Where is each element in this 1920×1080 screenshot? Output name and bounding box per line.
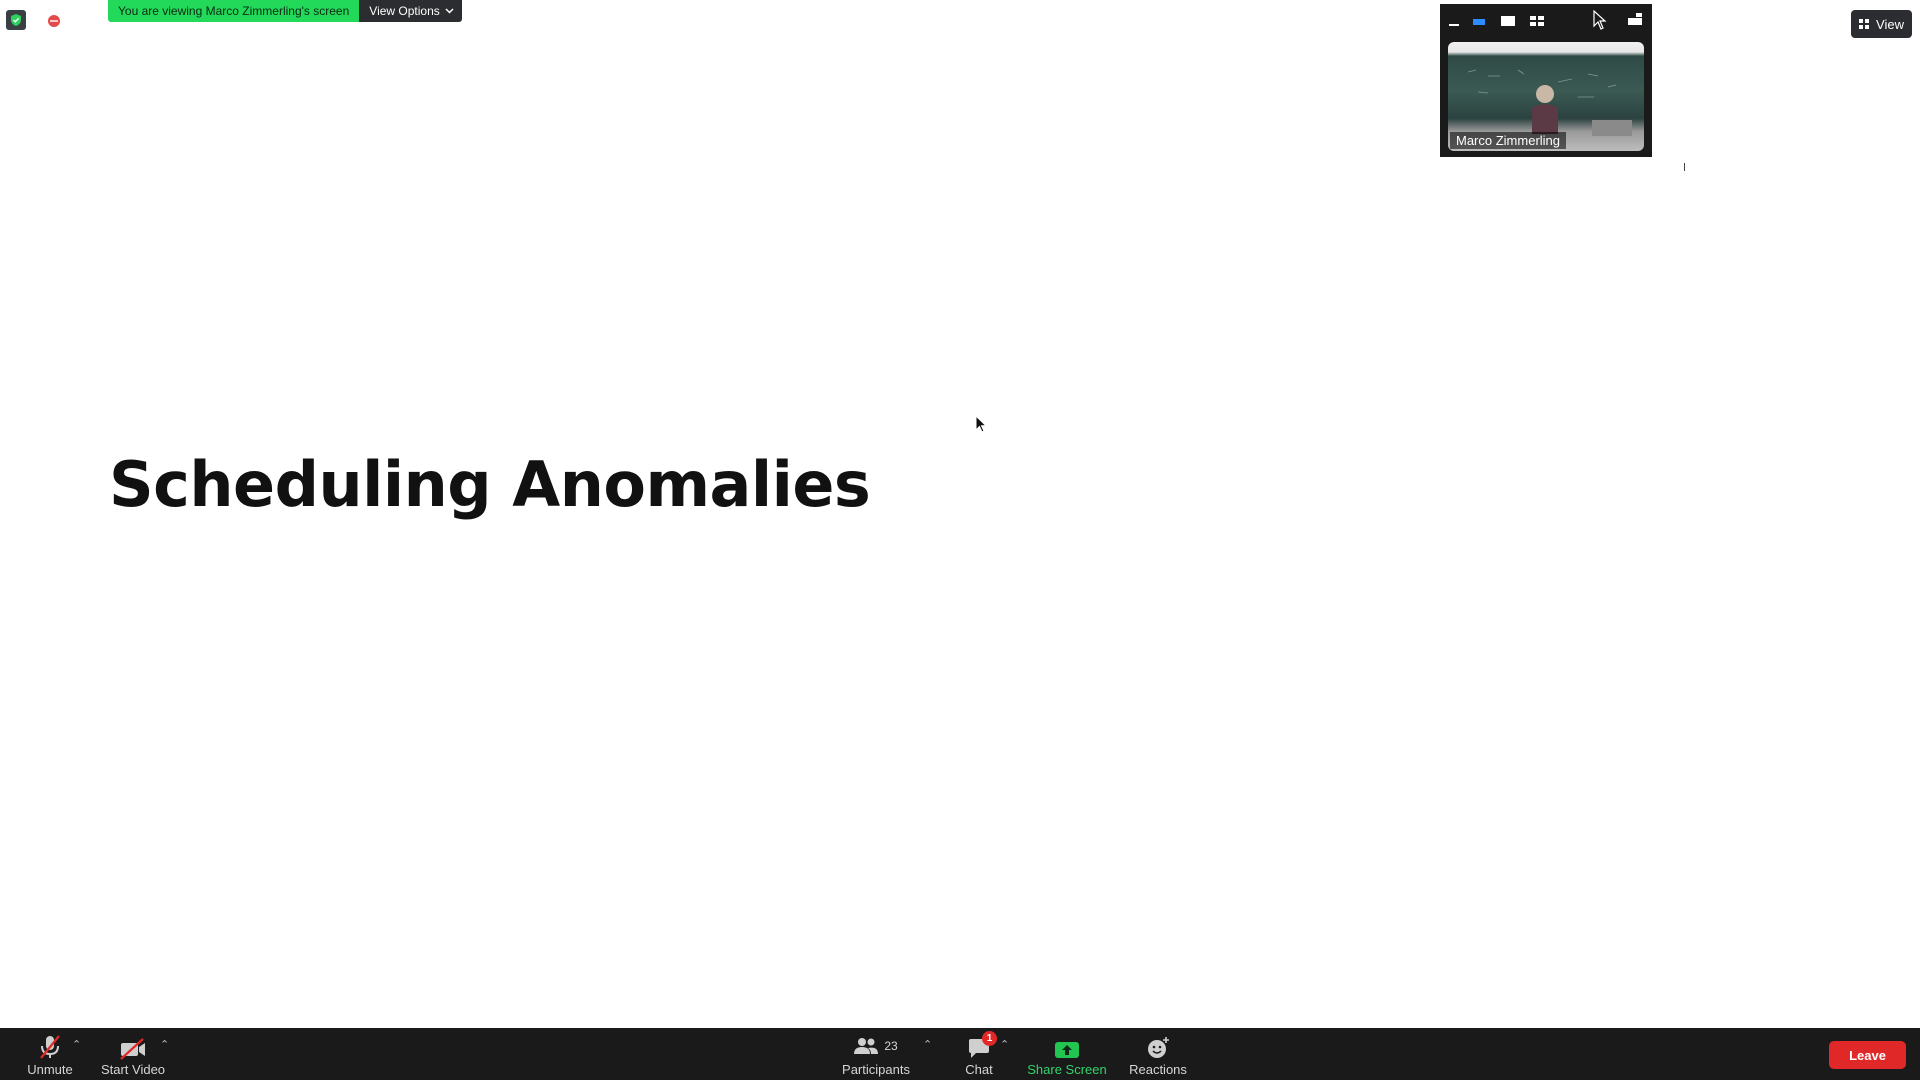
gallery-view-icon[interactable] — [1529, 14, 1545, 28]
view-options-label: View Options — [369, 4, 440, 18]
participants-count: 23 — [884, 1039, 898, 1053]
meeting-controls-toolbar: Unmute ⌃ Start Video ⌃ 23 Participants ⌃… — [0, 1028, 1920, 1080]
mouse-cursor-icon — [975, 415, 988, 433]
text-caret-mark — [1684, 163, 1685, 171]
thumbnail-toolbar — [1440, 4, 1652, 40]
minimize-icon[interactable] — [1447, 14, 1461, 28]
participants-icon — [854, 1038, 879, 1054]
reactions-button[interactable]: Reactions — [1126, 1028, 1190, 1080]
recording-indicator-icon[interactable] — [46, 13, 62, 29]
start-video-label: Start Video — [100, 1062, 166, 1077]
participants-button[interactable]: 23 Participants — [836, 1028, 916, 1080]
video-options-caret-icon[interactable]: ⌃ — [160, 1038, 169, 1051]
slide-title: Scheduling Anomalies — [109, 448, 871, 521]
participant-video-thumbnail: Marco Zimmerling — [1448, 42, 1644, 151]
video-camera-off-icon — [120, 1038, 145, 1060]
chat-unread-badge: 1 — [982, 1031, 997, 1046]
active-speaker-view-icon[interactable] — [1472, 14, 1486, 28]
smiley-reaction-icon — [1148, 1037, 1169, 1058]
view-label: View — [1876, 16, 1904, 32]
participants-options-caret-icon[interactable]: ⌃ — [923, 1038, 932, 1051]
screen-share-banner: You are viewing Marco Zimmerling's scree… — [108, 0, 462, 22]
share-screen-label: Share Screen — [1027, 1062, 1107, 1077]
mouse-pointer-icon — [1593, 10, 1607, 30]
chevron-down-icon — [445, 8, 454, 14]
grid-view-icon — [1859, 18, 1870, 29]
view-layout-button[interactable]: View — [1851, 10, 1912, 38]
chat-label: Chat — [965, 1062, 993, 1077]
viewing-status-text: You are viewing Marco Zimmerling's scree… — [108, 0, 360, 22]
participants-label: Participants — [842, 1062, 910, 1077]
unmute-label: Unmute — [27, 1062, 73, 1077]
chat-options-caret-icon[interactable]: ⌃ — [1000, 1038, 1009, 1051]
security-shield-icon[interactable] — [6, 10, 26, 30]
start-video-button[interactable]: Start Video — [96, 1028, 170, 1080]
unmute-button[interactable]: Unmute — [20, 1028, 80, 1080]
floating-video-panel[interactable]: Marco Zimmerling — [1440, 4, 1652, 157]
single-video-view-icon[interactable] — [1500, 14, 1516, 28]
microphone-muted-icon — [40, 1035, 60, 1059]
participant-name-label: Marco Zimmerling — [1450, 132, 1567, 149]
share-screen-button[interactable]: Share Screen — [1026, 1028, 1108, 1080]
audio-options-caret-icon[interactable]: ⌃ — [72, 1038, 81, 1051]
leave-meeting-button[interactable]: Leave — [1829, 1041, 1906, 1069]
exit-minimized-icon[interactable] — [1627, 12, 1643, 26]
view-options-button[interactable]: View Options — [359, 0, 462, 22]
zoom-meeting-window: You are viewing Marco Zimmerling's scree… — [0, 0, 1920, 1080]
reactions-label: Reactions — [1129, 1062, 1187, 1077]
share-screen-icon — [1055, 1042, 1079, 1058]
